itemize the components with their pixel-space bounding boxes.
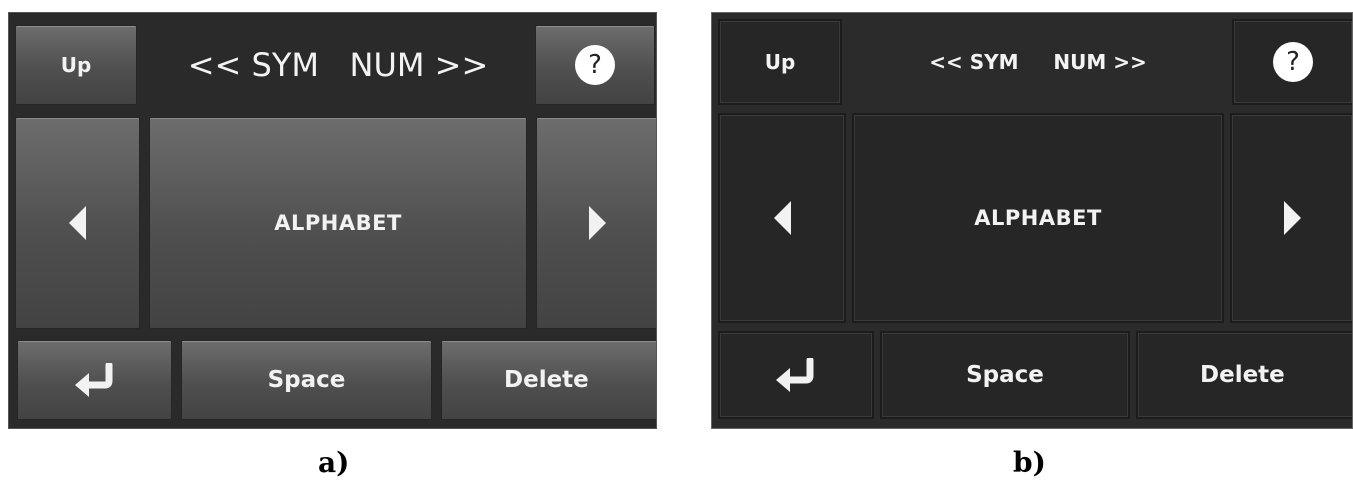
left-arrow-icon <box>69 206 86 240</box>
next-button[interactable] <box>1230 113 1352 323</box>
help-glyph: ? <box>1286 47 1300 77</box>
mode-spacer <box>1019 50 1054 74</box>
return-arrow-icon <box>776 358 814 392</box>
sym-mode-label: << SYM <box>929 50 1019 74</box>
space-button[interactable]: Space <box>181 340 432 420</box>
num-mode-label: NUM >> <box>349 46 489 84</box>
space-label: Space <box>966 362 1044 388</box>
previous-button[interactable] <box>718 113 846 323</box>
previous-button[interactable] <box>15 117 140 329</box>
help-glyph: ? <box>588 50 602 80</box>
up-button[interactable]: Up <box>15 25 137 105</box>
alphabet-label: ALPHABET <box>974 206 1102 230</box>
mode-switch-bar[interactable]: << SYM NUM >> <box>848 19 1228 105</box>
return-arrow-icon <box>74 363 112 397</box>
up-label: Up <box>764 50 796 74</box>
space-button[interactable]: Space <box>880 331 1130 419</box>
delete-label: Delete <box>1200 362 1285 388</box>
help-icon: ? <box>1273 42 1313 82</box>
sym-mode-label: << SYM <box>187 46 319 84</box>
enter-button[interactable] <box>718 331 874 419</box>
help-button[interactable]: ? <box>535 25 655 105</box>
space-label: Space <box>267 367 346 393</box>
left-arrow-icon <box>773 201 791 235</box>
alphabet-label: ALPHABET <box>274 211 402 235</box>
delete-label: Delete <box>504 367 589 393</box>
up-button[interactable]: Up <box>718 19 842 105</box>
enter-button[interactable] <box>17 340 172 420</box>
right-arrow-icon <box>588 206 606 240</box>
right-arrow-icon <box>1283 201 1301 235</box>
alphabet-button[interactable]: ALPHABET <box>149 117 527 329</box>
caption-a: a) <box>318 446 350 479</box>
help-button[interactable]: ? <box>1232 19 1352 105</box>
mode-switch-bar[interactable]: << SYM NUM >> <box>145 25 531 105</box>
keyboard-panel-b: Up << SYM NUM >> ? ALPHABET Space Delete <box>711 12 1353 429</box>
delete-button[interactable]: Delete <box>441 340 656 420</box>
help-icon: ? <box>575 45 615 85</box>
delete-button[interactable]: Delete <box>1136 331 1352 419</box>
num-mode-label: NUM >> <box>1053 50 1147 74</box>
caption-b: b) <box>1013 446 1046 479</box>
mode-spacer <box>319 46 350 84</box>
next-button[interactable] <box>536 117 656 329</box>
alphabet-button[interactable]: ALPHABET <box>852 113 1224 323</box>
keyboard-panel-a: Up << SYM NUM >> ? ALPHABET Space Delete <box>8 12 657 429</box>
up-label: Up <box>60 53 92 77</box>
